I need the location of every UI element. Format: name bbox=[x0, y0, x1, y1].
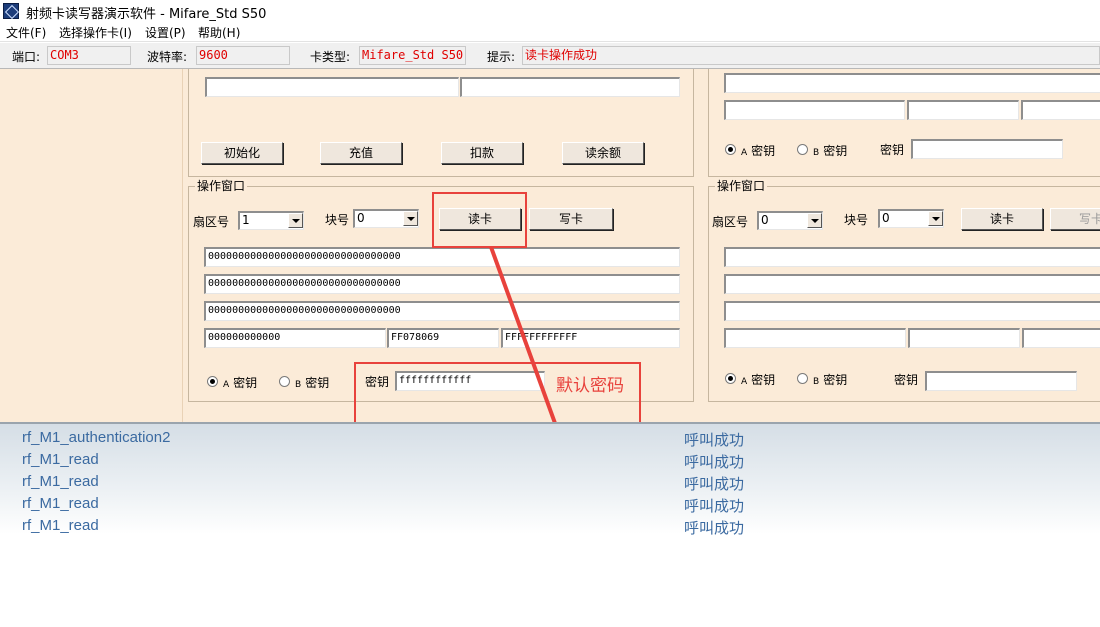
log-fn-4: rf_M1_read bbox=[22, 517, 99, 534]
log-fn-1: rf_M1_read bbox=[22, 451, 99, 468]
log-panel: rf_M1_authentication2 呼叫成功 rf_M1_read 呼叫… bbox=[0, 422, 1100, 627]
log-fn-3: rf_M1_read bbox=[22, 495, 99, 512]
log-result-0: 呼叫成功 bbox=[684, 431, 745, 449]
log-fn-0: rf_M1_authentication2 bbox=[22, 429, 171, 446]
log-result-3: 呼叫成功 bbox=[684, 497, 745, 515]
log-result-4: 呼叫成功 bbox=[684, 519, 745, 537]
log-result-1: 呼叫成功 bbox=[684, 453, 745, 471]
log-fn-2: rf_M1_read bbox=[22, 473, 99, 490]
log-result-2: 呼叫成功 bbox=[684, 475, 745, 493]
